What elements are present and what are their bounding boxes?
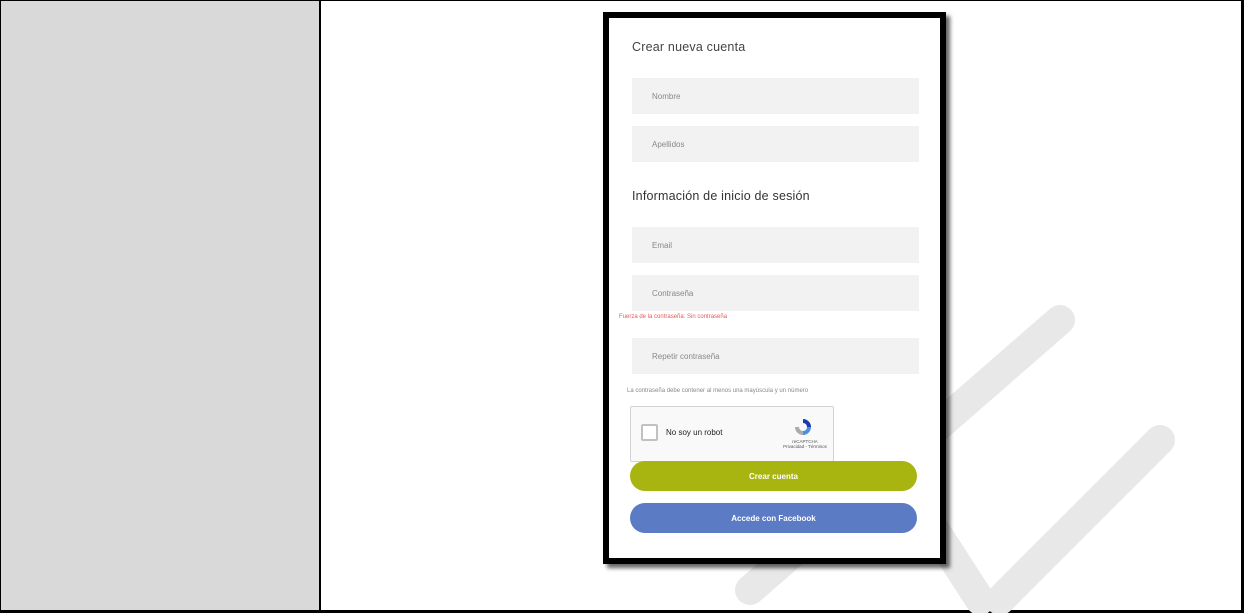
captcha-checkbox[interactable]	[641, 424, 658, 441]
column-divider	[319, 1, 321, 610]
facebook-login-button[interactable]: Accede con Facebook	[630, 503, 917, 533]
password-field[interactable]	[632, 275, 919, 311]
email-field[interactable]	[632, 227, 919, 263]
captcha-links[interactable]: Privacidad - Términos	[783, 444, 827, 449]
signup-form-card: Crear nueva cuenta Información de inicio…	[603, 12, 946, 564]
create-account-button[interactable]: Crear cuenta	[630, 461, 917, 491]
name-field[interactable]	[632, 78, 919, 114]
left-column-panel	[1, 1, 319, 610]
recaptcha-logo-icon	[795, 419, 811, 435]
login-section-title: Información de inicio de sesión	[632, 189, 810, 203]
lastname-field[interactable]	[632, 126, 919, 162]
captcha-brand: reCAPTCHA Privacidad - Términos	[783, 439, 827, 449]
captcha-label: No soy un robot	[666, 428, 723, 437]
repeat-password-field[interactable]	[632, 338, 919, 374]
password-hint: La contraseña debe contener al menos una…	[627, 388, 809, 394]
password-strength-text: Fuerza de la contraseña: Sin contraseña	[619, 314, 728, 320]
recaptcha-widget: No soy un robot reCAPTCHA Privacidad - T…	[630, 406, 834, 462]
form-title: Crear nueva cuenta	[632, 40, 746, 54]
